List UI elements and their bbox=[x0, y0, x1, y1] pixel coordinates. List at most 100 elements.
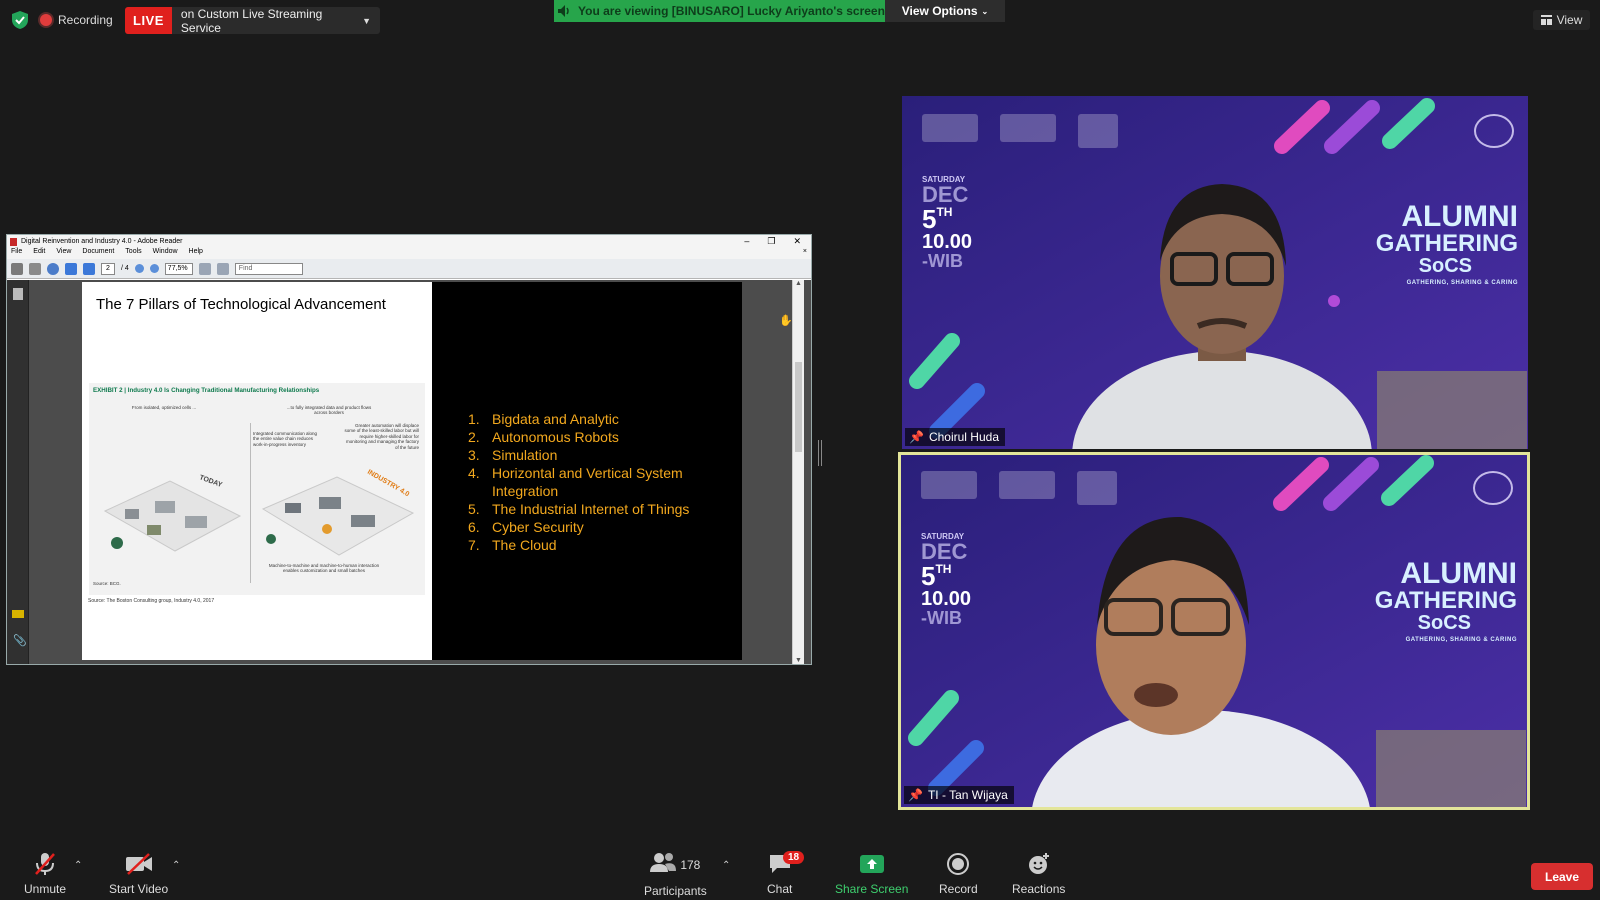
zoom-in-icon[interactable] bbox=[149, 264, 159, 273]
socs-logo bbox=[1078, 114, 1118, 148]
list-item: 2. Autonomous Robots bbox=[468, 429, 619, 445]
factory-today-illustration: TODAY bbox=[103, 474, 242, 552]
chevron-up-icon[interactable]: ⌃ bbox=[722, 860, 730, 871]
campus-logos bbox=[922, 114, 1118, 148]
vertical-scrollbar[interactable]: ▲ ▼ bbox=[792, 280, 804, 664]
chevron-up-icon[interactable]: ⌃ bbox=[172, 860, 180, 871]
note-integrated: Integrated communication along the entir… bbox=[253, 431, 318, 447]
share-screen-icon bbox=[859, 855, 884, 873]
start-video-button[interactable]: Start Video bbox=[109, 852, 168, 896]
campus-logos bbox=[921, 471, 1117, 505]
leave-button[interactable]: Leave bbox=[1531, 863, 1593, 890]
previous-page-icon[interactable] bbox=[65, 262, 77, 275]
start-video-label: Start Video bbox=[109, 882, 169, 896]
close-icon[interactable]: ✕ bbox=[793, 236, 801, 247]
binus-logo-1 bbox=[922, 114, 978, 142]
view-options-label: View Options bbox=[901, 4, 978, 18]
scroll-down-icon[interactable]: ▼ bbox=[795, 657, 802, 664]
zoom-level-input[interactable]: 77,5% bbox=[164, 262, 193, 275]
event-title-block: ALUMNI GATHERING SoCS GATHERING, SHARING… bbox=[1375, 557, 1517, 644]
chat-label: Chat bbox=[767, 882, 793, 896]
navigation-pane: 📎 bbox=[7, 280, 29, 664]
pin-icon: 📌 bbox=[908, 788, 923, 802]
exhibit-title: EXHIBIT 2 | Industry 4.0 Is Changing Tra… bbox=[93, 387, 320, 394]
fit-width-icon[interactable] bbox=[216, 262, 229, 275]
slide-right-panel: 1. Bigdata and Analytic 2. Autonomous Robo… bbox=[432, 282, 793, 660]
binus-logo-2 bbox=[1000, 114, 1056, 142]
participants-button[interactable]: 178 Participants bbox=[644, 852, 707, 898]
fit-page-icon[interactable] bbox=[198, 262, 211, 275]
event-title-line3: SoCS bbox=[1418, 255, 1472, 277]
menu-window[interactable]: Window bbox=[153, 248, 178, 259]
anniversary-logo bbox=[1473, 471, 1513, 505]
event-date: 5TH bbox=[921, 561, 952, 591]
event-title-block: ALUMNI GATHERING SoCS GATHERING, SHARING… bbox=[1376, 202, 1518, 287]
menu-document[interactable]: Document bbox=[82, 248, 114, 259]
page-number-input[interactable]: 2 bbox=[101, 262, 115, 275]
exhibit-divider bbox=[250, 423, 251, 583]
microphone-muted-icon bbox=[35, 853, 55, 875]
slide-source: Source: The Boston Consulting group, Ind… bbox=[88, 598, 215, 604]
pages-panel-icon[interactable] bbox=[13, 288, 23, 300]
zoom-out-icon[interactable] bbox=[134, 264, 144, 273]
participant-name: TI - Tan Wijaya bbox=[927, 788, 1008, 802]
note-m2m: Machine-to-machine and machine-to-human … bbox=[268, 563, 380, 574]
speaker-icon bbox=[558, 5, 569, 17]
share-screen-button[interactable]: Share Screen bbox=[835, 852, 908, 896]
menu-view[interactable]: View bbox=[56, 248, 71, 259]
recording-dot-icon bbox=[40, 14, 52, 26]
window-title: Digital Reinvention and Industry 4.0 - A… bbox=[21, 238, 183, 245]
event-title-line1: ALUMNI bbox=[1400, 557, 1517, 590]
view-options-button[interactable]: View Options ⌄ bbox=[885, 0, 1005, 22]
pillars-list: 1. Bigdata and Analytic 2. Autonomous Robo… bbox=[468, 410, 728, 554]
find-input[interactable]: Find bbox=[234, 262, 303, 275]
reactions-label: Reactions bbox=[1012, 882, 1066, 896]
unmute-button[interactable]: Unmute bbox=[24, 852, 66, 896]
event-timezone: -WIB bbox=[922, 251, 963, 271]
split-view-handle[interactable] bbox=[818, 440, 822, 466]
email-icon[interactable] bbox=[29, 262, 41, 275]
list-item: 5. The Industrial Internet of Things bbox=[468, 501, 690, 517]
scroll-up-icon[interactable]: ▲ bbox=[795, 280, 802, 287]
toolbar: 2 / 4 77,5% Find bbox=[7, 259, 811, 279]
participant-nametag: 📌 Choirul Huda bbox=[905, 428, 1005, 446]
security-shield-icon[interactable] bbox=[12, 11, 28, 29]
next-page-icon[interactable] bbox=[83, 262, 95, 275]
live-streaming-menu[interactable]: LIVE on Custom Live Streaming Service ▼ bbox=[125, 7, 380, 35]
list-item: 7. The Cloud bbox=[468, 537, 557, 553]
anniversary-logo bbox=[1474, 114, 1514, 148]
recording-indicator[interactable]: Recording bbox=[40, 12, 113, 28]
chat-unread-badge: 18 bbox=[783, 851, 805, 864]
chevron-up-icon[interactable]: ⌃ bbox=[74, 860, 82, 871]
window-titlebar: Digital Reinvention and Industry 4.0 - A… bbox=[7, 235, 811, 248]
attachments-panel-icon[interactable]: 📎 bbox=[13, 634, 27, 647]
view-button[interactable]: View bbox=[1533, 10, 1590, 30]
minimize-icon[interactable]: – bbox=[744, 236, 749, 247]
event-tagline: GATHERING, SHARING & CARING bbox=[1405, 637, 1517, 643]
print-icon[interactable] bbox=[11, 262, 23, 275]
view-label: View bbox=[1556, 13, 1583, 27]
scrollbar-thumb[interactable] bbox=[795, 362, 802, 452]
menu-file[interactable]: File bbox=[11, 248, 22, 259]
menu-help[interactable]: Help bbox=[189, 248, 203, 259]
reactions-button[interactable]: Reactions bbox=[1012, 852, 1065, 896]
record-button[interactable]: Record bbox=[939, 852, 978, 896]
menu-edit[interactable]: Edit bbox=[33, 248, 45, 259]
video-tile-tan-wijaya[interactable]: SATURDAY DEC 5TH 10.00 -WIB ALUMNI GATHE… bbox=[898, 452, 1530, 810]
slide-title: The 7 Pillars of Technological Advanceme… bbox=[96, 296, 386, 313]
hand-cursor-icon: ✋ bbox=[779, 315, 793, 327]
grid-view-icon bbox=[1540, 15, 1552, 25]
left-caption: From isolated, optimized cells ... bbox=[131, 405, 197, 410]
menu-tools[interactable]: Tools bbox=[125, 248, 141, 259]
restore-icon[interactable]: ❐ bbox=[767, 236, 775, 247]
unmute-label: Unmute bbox=[24, 882, 67, 896]
collaborate-icon[interactable] bbox=[47, 262, 59, 275]
comments-panel-icon[interactable] bbox=[12, 610, 24, 618]
document-close-icon[interactable]: × bbox=[803, 248, 811, 259]
chevron-down-icon: ▼ bbox=[362, 15, 371, 26]
video-tile-choirul-huda[interactable]: SATURDAY DEC 5TH 10.00 -WIB ALUMNI GATHE… bbox=[902, 96, 1528, 449]
live-badge: LIVE bbox=[125, 7, 172, 34]
video-camera-off-icon bbox=[125, 853, 152, 875]
record-icon bbox=[947, 853, 970, 875]
participants-count: 178 bbox=[680, 858, 701, 872]
